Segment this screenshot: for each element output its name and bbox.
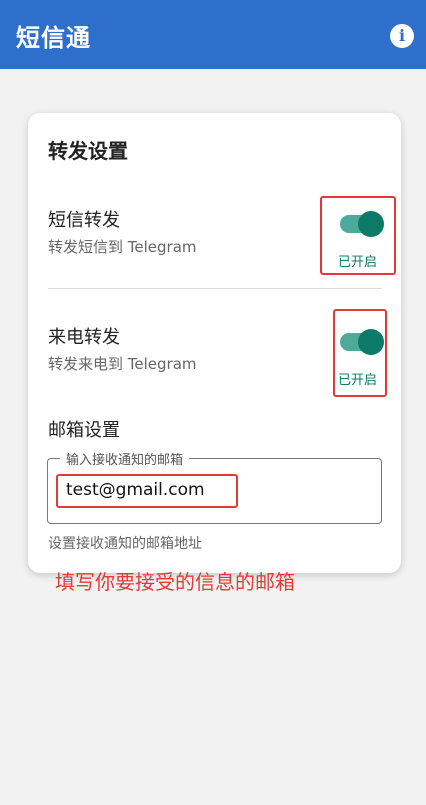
info-icon[interactable]: i xyxy=(390,24,414,48)
app-bar: 短信通 i xyxy=(0,0,426,69)
email-field-label: 输入接收通知的邮箱 xyxy=(60,449,190,468)
divider xyxy=(48,288,382,289)
call-forward-switch[interactable] xyxy=(340,329,384,355)
app-title: 短信通 xyxy=(16,24,91,52)
call-forward-toggle[interactable]: 已开启 xyxy=(333,309,387,397)
call-forward-subtitle: 转发来电到 Telegram xyxy=(48,355,197,373)
email-helper-text: 设置接收通知的邮箱地址 xyxy=(48,536,202,552)
email-field[interactable]: 输入接收通知的邮箱 test@gmail.com xyxy=(47,449,382,524)
sms-forward-status: 已开启 xyxy=(338,255,378,270)
sms-forward-switch[interactable] xyxy=(340,211,384,237)
sms-forward-title: 短信转发 xyxy=(48,210,120,231)
annotation-text: 填写你要接受的信息的邮箱 xyxy=(55,570,295,594)
email-section-title: 邮箱设置 xyxy=(48,420,120,441)
call-forward-status: 已开启 xyxy=(338,373,378,388)
card-title: 转发设置 xyxy=(48,139,128,163)
forward-settings-card: 转发设置 短信转发 转发短信到 Telegram 已开启 来电转发 转发来电到 … xyxy=(28,113,401,573)
sms-forward-toggle[interactable]: 已开启 xyxy=(320,196,396,275)
call-forward-title: 来电转发 xyxy=(48,327,120,348)
sms-forward-subtitle: 转发短信到 Telegram xyxy=(48,238,197,256)
email-value-highlight: test@gmail.com xyxy=(56,474,238,508)
email-input-value[interactable]: test@gmail.com xyxy=(66,480,205,500)
